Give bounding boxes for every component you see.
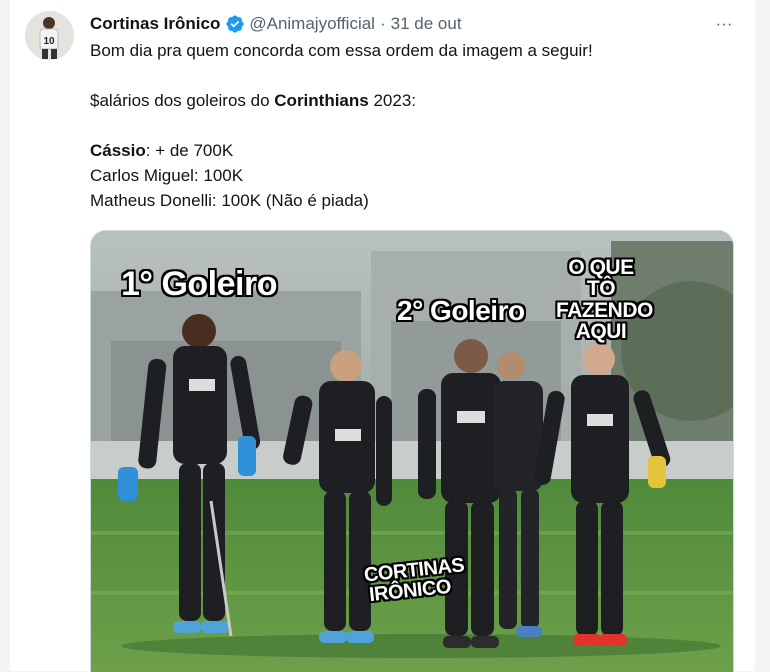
bold-text: Corinthians <box>274 91 369 110</box>
tweet-header: Cortinas Irônico @Animajyofficial · 31 d… <box>90 12 739 36</box>
text-segment: 2023: <box>368 91 416 110</box>
tweet-date[interactable]: 31 de out <box>391 14 462 34</box>
handle[interactable]: @Animajyofficial <box>249 14 375 34</box>
tweet-text: Bom dia pra quem concorda com essa ordem… <box>90 38 730 213</box>
avatar[interactable]: 10 <box>25 11 74 60</box>
tweet-line: $alários dos goleiros do Corinthians 202… <box>90 88 730 113</box>
tweet-line: Cássio: + de 700K <box>90 138 730 163</box>
verified-badge-icon <box>225 14 245 34</box>
bold-text: Cássio <box>90 141 146 160</box>
separator-dot: · <box>379 14 386 33</box>
display-name[interactable]: Cortinas Irônico <box>90 14 220 34</box>
meme-caption-first-goalkeeper: 1° Goleiro <box>121 265 277 303</box>
tweet-line: Matheus Donelli: 100K (Não é piada) <box>90 191 369 210</box>
tweet-card[interactable]: 10 Cortinas Irônico @Animajyofficial · 3… <box>10 0 755 672</box>
svg-text:10: 10 <box>43 36 55 47</box>
tweet-line: Carlos Miguel: 100K <box>90 166 244 185</box>
meme-caption-second-goalkeeper: 2° Goleiro <box>397 295 525 326</box>
tweet-line: Bom dia pra quem concorda com essa ordem… <box>90 41 593 60</box>
tweet-image[interactable]: 1° Goleiro 2° Goleiro O QUE TÔ FAZENDO A… <box>90 230 734 672</box>
meme-caption-third: O QUE TÔ FAZENDO AQUI <box>556 256 653 344</box>
text-segment: : + de 700K <box>145 141 234 160</box>
text-segment: $alários dos goleiros do <box>90 91 275 110</box>
more-options-icon[interactable]: ··· <box>709 10 739 38</box>
